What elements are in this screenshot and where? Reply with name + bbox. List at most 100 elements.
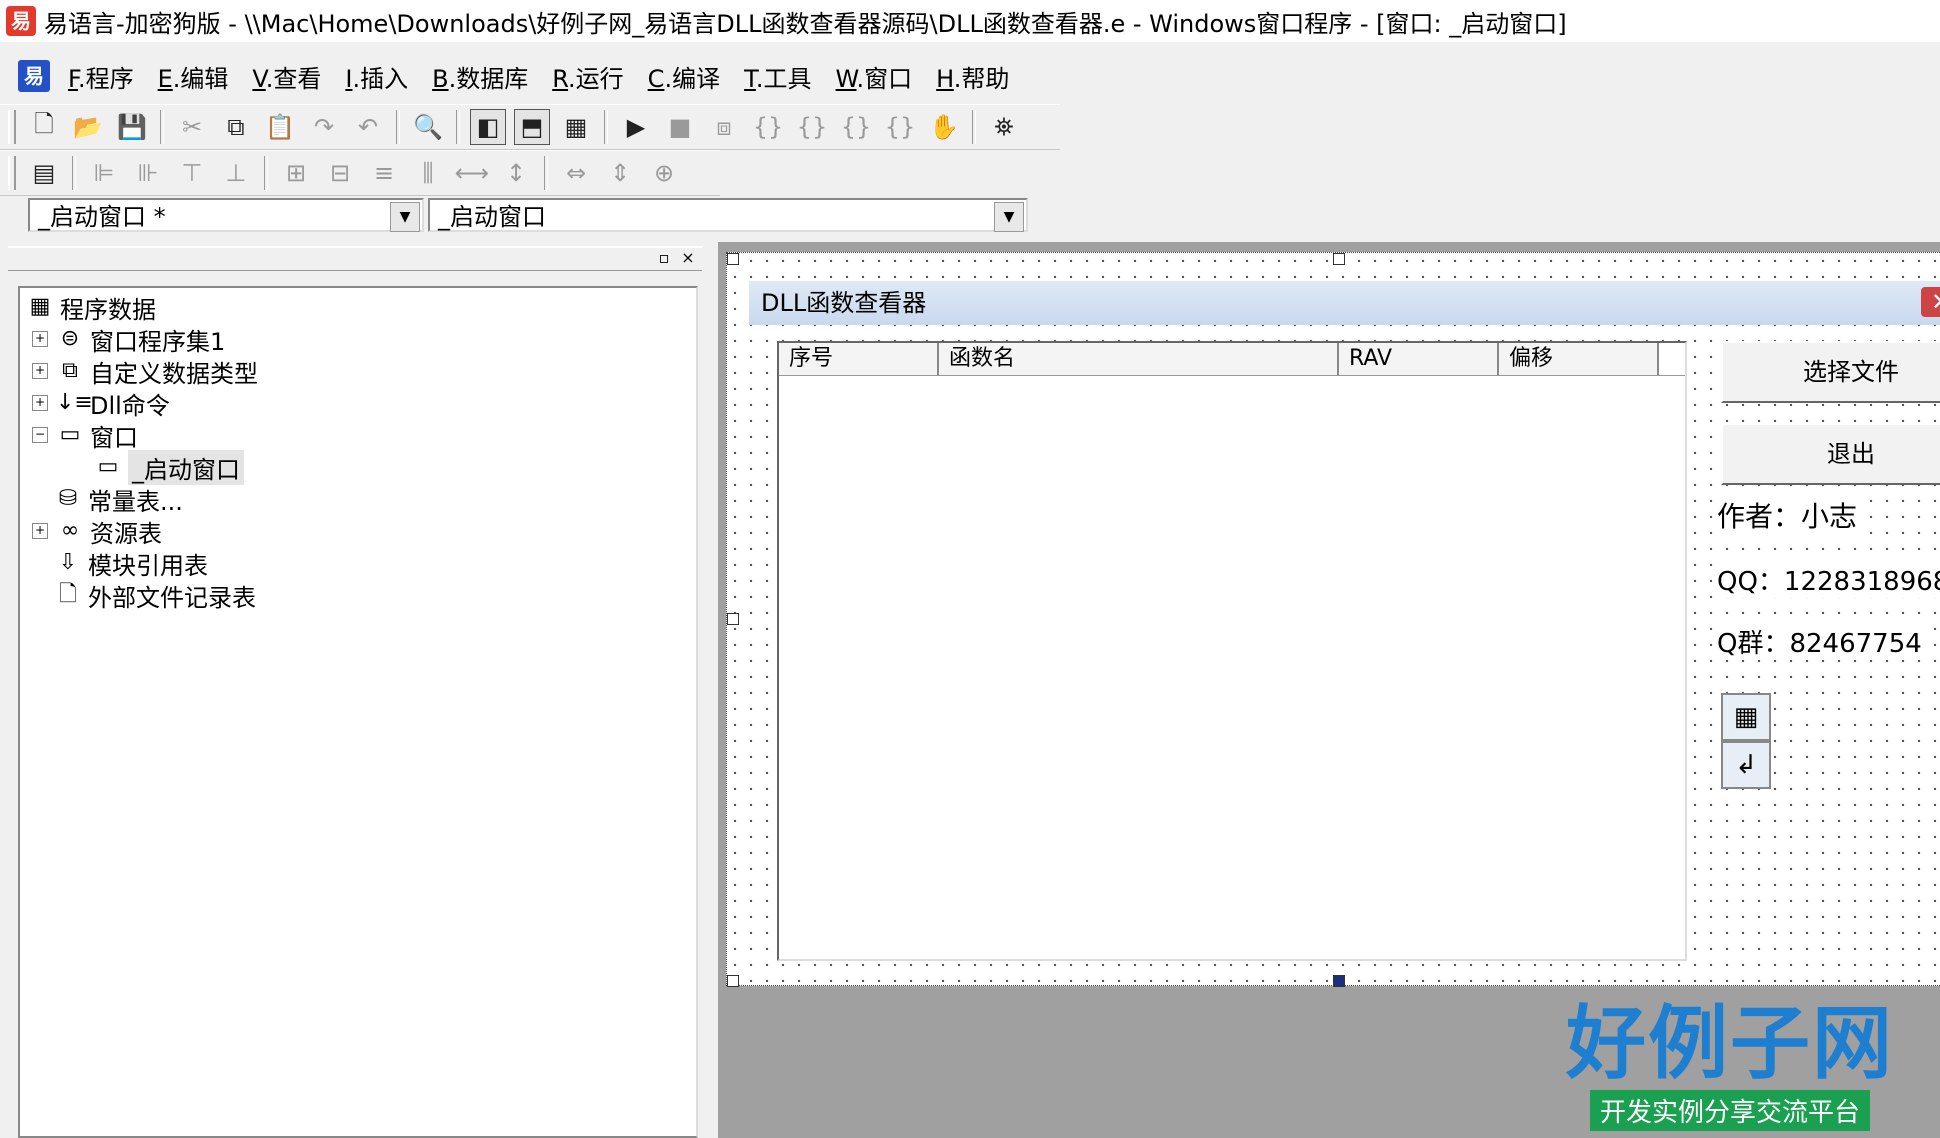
copy-icon[interactable]: ⧉ xyxy=(218,109,254,145)
select-file-button[interactable]: 选择文件 xyxy=(1721,341,1940,403)
binoculars-icon[interactable]: ⛯ xyxy=(986,109,1022,145)
assembly-icon: ⊜ xyxy=(60,326,80,351)
align-left-icon[interactable]: ⊫ xyxy=(86,155,122,191)
stop-icon[interactable]: ■ xyxy=(662,109,698,145)
dll-command-icon: ↓≡ xyxy=(56,390,93,415)
exit-button[interactable]: 退出 xyxy=(1721,423,1940,485)
same-width-icon[interactable]: ≡ xyxy=(366,155,402,191)
toolbar-grip[interactable] xyxy=(8,110,16,144)
tree-node-startup-window[interactable]: ▭ _启动窗口 xyxy=(94,449,244,485)
menu-compile[interactable]: C.编译 xyxy=(646,55,722,98)
tree-node-windows[interactable]: − ▭ 窗口 xyxy=(32,420,138,452)
toolbar-separator xyxy=(264,156,268,190)
step-out-icon[interactable]: {} xyxy=(838,109,874,145)
align-top-icon[interactable]: ⊤ xyxy=(174,155,210,191)
resize-handle[interactable] xyxy=(1333,253,1345,265)
brand-name: 好例子网 xyxy=(1566,996,1894,1090)
tree-node-module-refs[interactable]: ⇩ 模块引用表 xyxy=(54,548,208,580)
author-label: 作者：小志 xyxy=(1717,495,1858,535)
space-vertical-icon[interactable]: ↕ xyxy=(498,155,534,191)
step-icon[interactable]: ⧈ xyxy=(706,109,742,145)
find-icon[interactable]: 🔍 xyxy=(410,109,446,145)
menu-insert[interactable]: I.插入 xyxy=(343,55,410,98)
qq-label: QQ：1228318968 xyxy=(1717,561,1940,598)
save-icon[interactable]: 💾 xyxy=(114,109,150,145)
align-right-icon[interactable]: ⊪ xyxy=(130,155,166,191)
open-folder-icon[interactable]: 📂 xyxy=(70,109,106,145)
tree-node-datatypes[interactable]: + ⧉ 自定义数据类型 xyxy=(32,356,258,388)
column-header[interactable]: RAV xyxy=(1339,343,1499,375)
menu-bar: 易 F.程序 E.编辑 V.查看 I.插入 B.数据库 R.运行 C.编译 T.… xyxy=(0,48,1940,104)
menu-help[interactable]: H.帮助 xyxy=(934,55,1011,98)
menu-window[interactable]: W.窗口 xyxy=(834,55,915,98)
align-bottom-icon[interactable]: ⊥ xyxy=(218,155,254,191)
run-icon[interactable]: ▶ xyxy=(618,109,654,145)
collapse-icon[interactable]: − xyxy=(32,427,48,443)
menu-view[interactable]: V.查看 xyxy=(250,55,323,98)
step-into-icon[interactable]: {} xyxy=(750,109,786,145)
tree-node-program-data[interactable]: ▦ 程序数据 xyxy=(26,292,156,324)
assembly-selector-value: _启动窗口 * xyxy=(38,203,166,231)
center-horizontal-icon[interactable]: ⊞ xyxy=(278,155,314,191)
tree-node-constants[interactable]: ⛁ 常量表... xyxy=(54,484,183,516)
close-icon[interactable]: × xyxy=(678,248,698,268)
window-icon: ▭ xyxy=(59,422,81,447)
paste-icon[interactable]: 📋 xyxy=(262,109,298,145)
resize-handle[interactable] xyxy=(1333,975,1345,987)
menu-edit[interactable]: E.编辑 xyxy=(156,55,231,98)
menu-program[interactable]: F.程序 xyxy=(66,55,136,98)
space-horizontal-icon[interactable]: ⟷ xyxy=(454,155,490,191)
redo-icon[interactable]: ↷ xyxy=(306,109,342,145)
startup-window-form[interactable]: DLL函数查看器 ✕ 序号 函数名 RAV 偏移 选择文件 退出 作者：小志 Q… xyxy=(749,281,1940,1001)
menu-run[interactable]: R.运行 xyxy=(550,55,625,98)
title-bar: 易 易语言-加密狗版 - \\Mac\Home\Downloads\好例子网_易… xyxy=(0,0,1940,42)
chevron-down-icon[interactable]: ▼ xyxy=(994,202,1024,232)
form-icon[interactable]: ▤ xyxy=(26,155,62,191)
widen-icon[interactable]: ⇔ xyxy=(558,155,594,191)
function-list[interactable]: 序号 函数名 RAV 偏移 xyxy=(777,341,1687,961)
center-vertical-icon[interactable]: ⊟ xyxy=(322,155,358,191)
close-icon[interactable]: ✕ xyxy=(1921,287,1940,317)
tree-node-assembly[interactable]: + ⊜ 窗口程序集1 xyxy=(32,324,225,356)
restore-icon[interactable]: ▫ xyxy=(654,248,674,268)
column-header[interactable]: 序号 xyxy=(779,343,939,375)
resize-handle[interactable] xyxy=(727,253,739,265)
selector-bar: _启动窗口 * ▼ _启动窗口 ▼ xyxy=(28,198,1028,234)
resize-handle[interactable] xyxy=(727,613,739,625)
tree-node-dll-commands[interactable]: + ↓≡ Dll命令 xyxy=(32,388,170,420)
tree-node-resources[interactable]: + ∞ 资源表 xyxy=(32,516,162,548)
timer-component-icon[interactable]: ▦ xyxy=(1721,693,1771,741)
center-form-icon[interactable]: ⊕ xyxy=(646,155,682,191)
hand-icon[interactable]: ✋ xyxy=(926,109,962,145)
subprogram-selector[interactable]: _启动窗口 ▼ xyxy=(428,198,1028,232)
toolbar-separator xyxy=(604,110,608,144)
project-tree: ▦ 程序数据 + ⊜ 窗口程序集1 + ⧉ 自定义数据类型 + ↓≡ Dll命令… xyxy=(18,286,698,1138)
column-header[interactable]: 偏移 xyxy=(1499,343,1659,375)
app-icon: 易 xyxy=(6,6,36,36)
column-header[interactable]: 函数名 xyxy=(939,343,1339,375)
tree-node-external-files[interactable]: 🗋 外部文件记录表 xyxy=(54,580,256,612)
expand-icon[interactable]: + xyxy=(32,523,48,539)
heighten-icon[interactable]: ⇕ xyxy=(602,155,638,191)
assembly-selector[interactable]: _启动窗口 * ▼ xyxy=(28,198,424,232)
new-file-icon[interactable]: 🗋 xyxy=(26,109,62,145)
same-height-icon[interactable]: ⫼ xyxy=(410,155,446,191)
file-dialog-component-icon[interactable]: ↲ xyxy=(1721,741,1771,789)
cut-icon[interactable]: ✂ xyxy=(174,109,210,145)
undo-icon[interactable]: ↶ xyxy=(350,109,386,145)
expand-icon[interactable]: + xyxy=(32,395,48,411)
toolbar-grip[interactable] xyxy=(8,156,16,190)
step-over-icon[interactable]: {} xyxy=(794,109,830,145)
layout-top-panel-icon[interactable]: ⬒ xyxy=(514,109,550,145)
layout-grid-icon[interactable]: ▦ xyxy=(558,109,594,145)
expand-icon[interactable]: + xyxy=(32,331,48,347)
resize-handle[interactable] xyxy=(727,975,739,987)
menu-tools[interactable]: T.工具 xyxy=(742,55,813,98)
menu-database[interactable]: B.数据库 xyxy=(430,55,530,98)
layout-left-panel-icon[interactable]: ◧ xyxy=(470,109,506,145)
form-canvas[interactable]: DLL函数查看器 ✕ 序号 函数名 RAV 偏移 选择文件 退出 作者：小志 Q… xyxy=(726,252,1940,987)
window-title: 易语言-加密狗版 - \\Mac\Home\Downloads\好例子网_易语言… xyxy=(44,9,1567,38)
chevron-down-icon[interactable]: ▼ xyxy=(390,202,420,232)
expand-icon[interactable]: + xyxy=(32,363,48,379)
run-to-cursor-icon[interactable]: {} xyxy=(882,109,918,145)
